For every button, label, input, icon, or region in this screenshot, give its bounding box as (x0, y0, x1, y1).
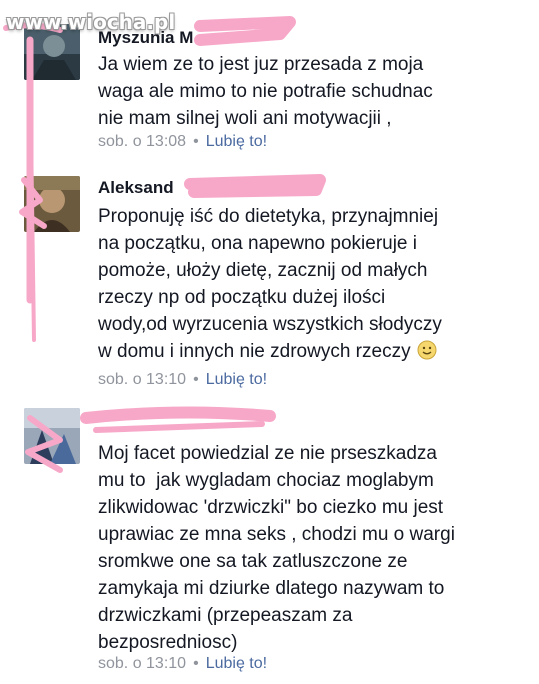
like-link[interactable]: Lubię to! (206, 371, 267, 388)
comment-line: pomoże, ułoży dietę, zacznij od małych (98, 260, 428, 281)
comment-line: Ja wiem ze to jest juz przesada z moja (98, 54, 424, 75)
comment-line: na początku, ona napewno pokieruje i (98, 233, 418, 254)
comment-meta: sob. o 13:10 • Lubię to! (98, 371, 267, 389)
comment-line: w domu i innych nie zdrowych rzeczy (98, 341, 411, 362)
comment-line: bezposredniosc) (98, 632, 238, 653)
comment-line: zamykaja mi dziurke dlatego nazywam to (98, 578, 445, 599)
comment-line: waga ale mimo to nie potrafie schudnac (98, 81, 433, 102)
separator-dot: • (193, 655, 199, 672)
comment-thread: Myszunia M Ja wiem ze to jest juz przesa… (0, 0, 539, 684)
watermark: www.wiocha.pl (6, 10, 176, 34)
like-link[interactable]: Lubię to! (206, 133, 267, 150)
separator-dot: • (193, 371, 199, 388)
comment-line: Moj facet powiedzial ze nie prseszkadza (98, 443, 438, 464)
comment-timestamp[interactable]: sob. o 13:08 (98, 133, 186, 150)
comment-line: zlikwidowac 'drzwiczki" bo ciezko mu jes… (98, 497, 444, 518)
comment-line: mu to jak wygladam chociaz moglabym (98, 470, 434, 491)
comment-line: nie mam silnej woli ani motywacjii , (98, 108, 392, 129)
comment-text: Moj facet powiedzial ze nie prseszkadza … (98, 440, 518, 656)
comment-author[interactable]: Aleksand (98, 178, 174, 198)
comment-timestamp[interactable]: sob. o 13:10 (98, 655, 186, 672)
comment-line: drzwiczkami (przepeaszam za (98, 605, 353, 626)
smiley-emoji-icon (417, 340, 437, 360)
avatar[interactable] (24, 176, 80, 232)
comment-meta: sob. o 13:10 • Lubię to! (98, 655, 267, 673)
comment-timestamp[interactable]: sob. o 13:10 (98, 371, 186, 388)
comment-line: wody,od wyrzucenia wszystkich słodyczy (98, 314, 442, 335)
comment-line: rzeczy np od początku dużej ilości (98, 287, 386, 308)
comment-text: Ja wiem ze to jest juz przesada z moja w… (98, 51, 518, 132)
comment-line: uprawiac ze mna seks , chodzi mu o wargi (98, 524, 455, 545)
comment-line-with-emoji: w domu i innych nie zdrowych rzeczy (98, 338, 518, 365)
comment-meta: sob. o 13:08 • Lubię to! (98, 133, 267, 151)
like-link[interactable]: Lubię to! (206, 655, 267, 672)
comment-line: sromkwe one sa tak zatluszczone ze (98, 551, 408, 572)
comment-line: Proponuję iść do dietetyka, przynajmniej (98, 206, 439, 227)
separator-dot: • (193, 133, 199, 150)
avatar[interactable] (24, 408, 80, 464)
comment-text: Proponuję iść do dietetyka, przynajmniej… (98, 203, 518, 365)
